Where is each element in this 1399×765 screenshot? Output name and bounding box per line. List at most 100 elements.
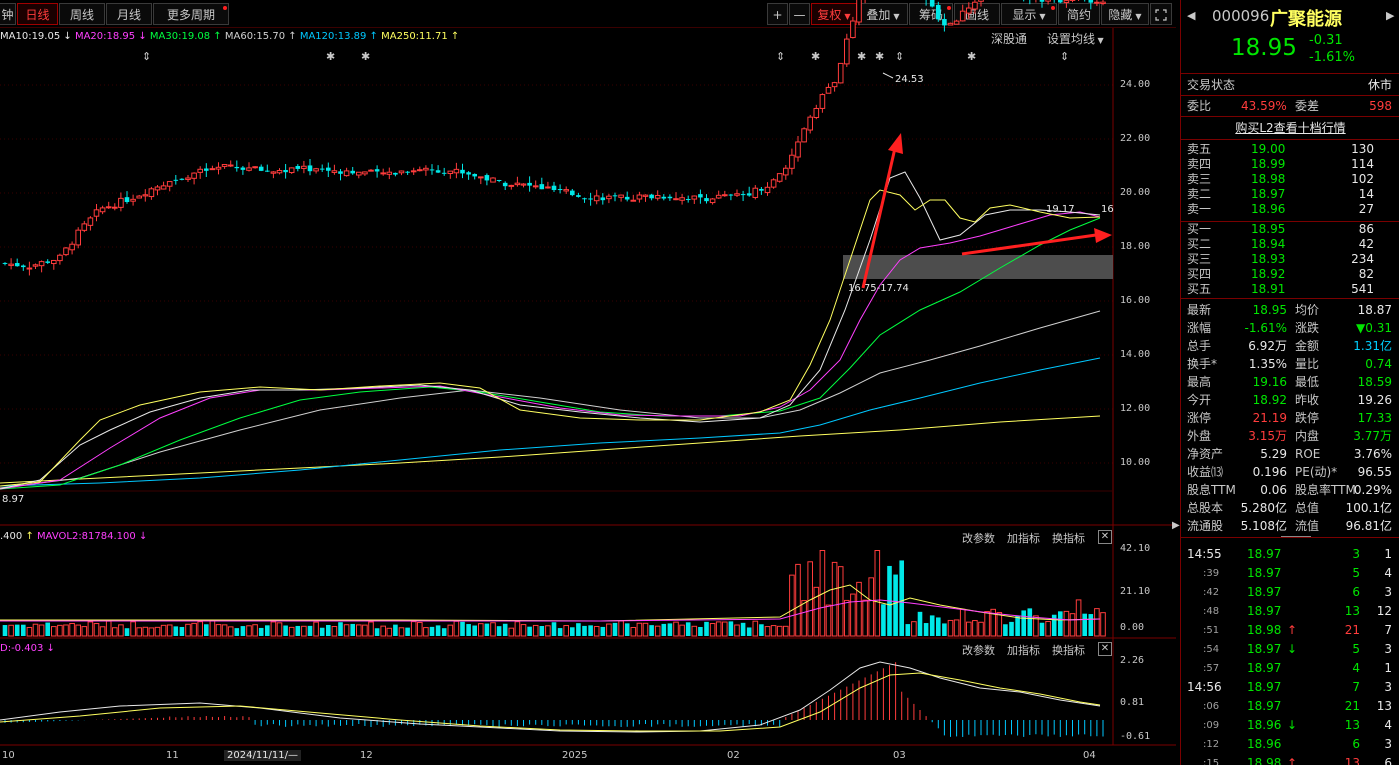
stat-row: 涨停 21.19 跌停 17.33	[1181, 409, 1399, 427]
tick-count: 4	[1384, 718, 1392, 732]
candle-body	[783, 167, 789, 176]
macd-add-indicator-button[interactable]: 加指标	[1007, 642, 1040, 658]
stat-row: 最新 18.95 均价 18.87	[1181, 301, 1399, 319]
candle-body	[410, 170, 417, 173]
candle-body	[685, 199, 691, 201]
stat-label: 最低	[1295, 375, 1320, 389]
ask-price: 18.98	[1251, 172, 1286, 186]
support-zone[interactable]	[843, 255, 1113, 279]
candle-body	[691, 195, 698, 200]
candle-body	[929, 0, 935, 7]
volume-bar	[14, 624, 20, 636]
tick-row: 14:56 18.97 7 3	[1181, 678, 1399, 697]
pair-label-2: 16	[1101, 204, 1114, 215]
volume-bar	[1009, 621, 1014, 636]
candle-body	[722, 194, 728, 197]
tick-time: :48	[1203, 606, 1220, 617]
volume-bar	[265, 625, 270, 636]
candle-body	[746, 193, 752, 196]
bid-volume: 42	[1358, 237, 1374, 251]
vol-params-button[interactable]: 改参数	[962, 530, 995, 546]
volume-bar	[837, 566, 844, 637]
tick-volume: 21	[1344, 623, 1360, 637]
status-value: 休市	[1367, 78, 1392, 92]
stat-value: 100.1亿	[1345, 501, 1392, 515]
volume-bar	[105, 620, 112, 637]
candle-body	[154, 186, 161, 191]
candle-body	[386, 171, 393, 175]
tick-count: 1	[1384, 547, 1392, 561]
volume-bar	[112, 627, 118, 637]
ma5-line	[0, 189, 1101, 487]
next-stock-icon[interactable]: ▶	[1386, 9, 1394, 22]
volume-bar	[1027, 608, 1033, 636]
macd-tick: 2.26	[1120, 655, 1145, 666]
tick-row: 14:55 18.97 3 1	[1181, 545, 1399, 564]
candle-body	[1045, 0, 1051, 2]
tick-count: 13	[1376, 699, 1392, 713]
prev-stock-icon[interactable]: ◀	[1187, 9, 1195, 22]
volume-bar	[783, 625, 789, 637]
collapse-panel-handle[interactable]: ▶	[1172, 520, 1180, 550]
tick-price: 18.97	[1247, 547, 1282, 561]
volume-bar	[776, 625, 783, 637]
price-tick: 10.00	[1120, 457, 1151, 468]
candle-body	[81, 223, 88, 231]
close-icon[interactable]: ✕	[1098, 642, 1112, 656]
candle-body	[704, 198, 709, 202]
tick-price: 18.98	[1247, 756, 1282, 765]
tick-row: :15 18.98 ↑ 13 6	[1181, 754, 1399, 765]
dea-line	[0, 672, 1101, 732]
candle-body	[460, 169, 465, 174]
volume-bar	[51, 626, 57, 637]
candle-body	[118, 197, 124, 208]
volume-bar	[179, 626, 185, 636]
volume-bar	[679, 624, 685, 637]
candle-body	[642, 194, 649, 197]
candle-body	[265, 170, 270, 172]
candle-body	[124, 197, 130, 203]
candle-body	[1063, 0, 1070, 4]
stat-label: 今开	[1187, 393, 1212, 407]
weicha-value: 598	[1369, 99, 1392, 113]
macd-params-button[interactable]: 改参数	[962, 642, 995, 658]
volume-bar	[270, 621, 277, 637]
buy-l2-link[interactable]: 购买L2查看十档行情	[1181, 119, 1399, 137]
stat-row: 最高 19.16 最低 18.59	[1181, 373, 1399, 391]
volume-bar	[831, 561, 838, 637]
stat-value: 1.35%	[1248, 357, 1287, 371]
kline-chart[interactable]: ⇕ ✱ ✱ ⇕ ✱ ✱ ✱ ⇕ ✱ ⇕ 24.53 8.97 16.75-17.…	[0, 0, 1176, 765]
candle-body	[624, 196, 630, 200]
high-label: 24.53	[895, 74, 924, 85]
volume-bar	[1058, 611, 1063, 636]
ask-label: 卖四	[1187, 157, 1212, 171]
resize-grip[interactable]	[1281, 536, 1311, 541]
volume-bar	[441, 628, 447, 636]
candle-body	[295, 166, 301, 169]
ask-row: 卖一 18.96 27	[1181, 202, 1399, 217]
volume-bar	[740, 622, 746, 636]
stat-label: 股息TTM	[1187, 483, 1236, 497]
vol-switch-indicator-button[interactable]: 换指标	[1052, 530, 1085, 546]
date-tick: 04	[1083, 750, 1096, 761]
vol-add-indicator-button[interactable]: 加指标	[1007, 530, 1040, 546]
close-icon[interactable]: ✕	[1098, 530, 1112, 544]
bid-price: 18.94	[1251, 237, 1286, 251]
candle-body	[936, 4, 941, 20]
candle-body	[508, 184, 515, 187]
volume-bar	[319, 627, 325, 636]
volume-bar	[654, 625, 661, 637]
volume-bar	[966, 621, 972, 637]
volume-bar	[338, 622, 343, 636]
macd-switch-indicator-button[interactable]: 换指标	[1052, 642, 1085, 658]
stat-label: 换手*	[1187, 357, 1218, 371]
tick-volume: 13	[1344, 604, 1360, 618]
volume-bar	[142, 626, 149, 637]
volume-bar	[466, 624, 471, 636]
volume-bar	[45, 622, 50, 636]
volume-bar	[81, 626, 88, 637]
volume-bar	[539, 626, 545, 636]
tick-time: 14:55	[1187, 547, 1222, 561]
candle-body	[453, 168, 460, 174]
candle-body	[478, 176, 484, 179]
